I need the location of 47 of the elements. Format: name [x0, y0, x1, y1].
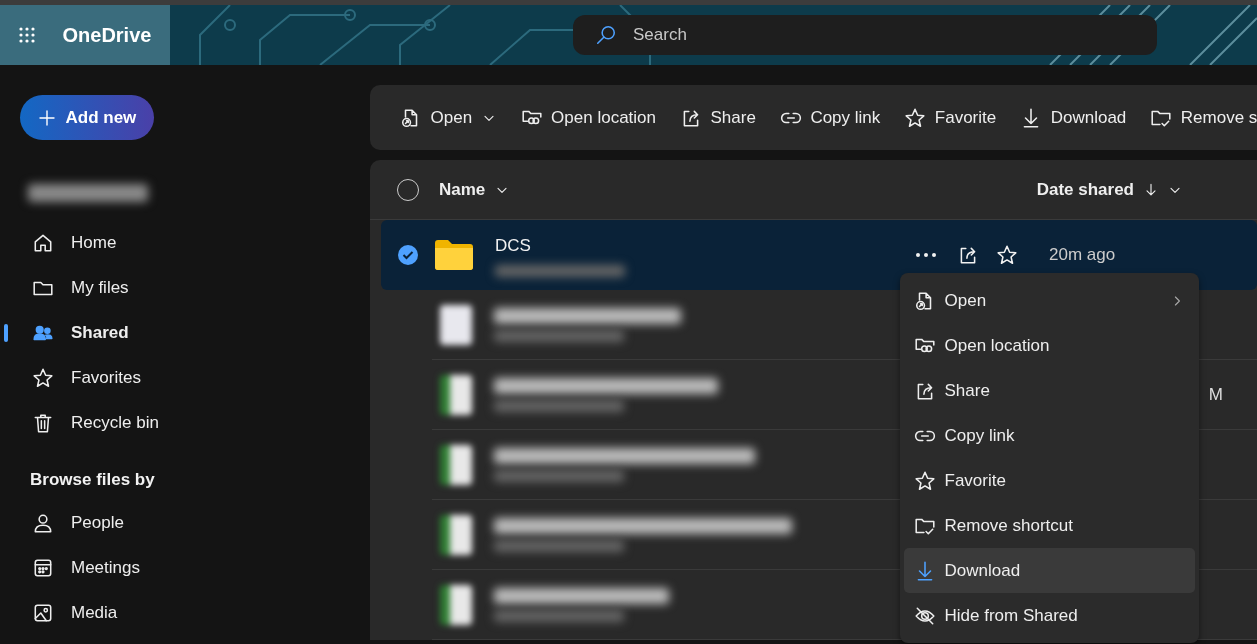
star-icon	[32, 366, 54, 389]
search-field[interactable]: Search	[573, 15, 1157, 55]
menu-item[interactable]: Hide from Shared	[904, 593, 1195, 638]
folder-icon	[435, 240, 473, 270]
file-row[interactable]: DCS 20m ago	[381, 220, 1257, 290]
calendar-icon	[32, 557, 54, 579]
toolbar-button[interactable]: Open	[388, 104, 509, 131]
file-name: DCS	[495, 235, 532, 258]
column-header[interactable]: Name	[427, 176, 522, 203]
blurred-file-icon	[440, 304, 472, 345]
star-icon	[904, 106, 927, 129]
plus-icon	[37, 107, 57, 128]
column-header[interactable]: Date shared	[1024, 176, 1195, 203]
nav-item[interactable]: My files	[20, 265, 370, 310]
section-heading: Browse files by	[29, 469, 156, 491]
menu-item[interactable]: Share	[904, 368, 1195, 413]
menu-item[interactable]: Favorite	[904, 458, 1195, 503]
add-new-button[interactable]: Add new	[20, 95, 154, 140]
checked-icon[interactable]	[397, 244, 419, 266]
nav-item[interactable]: Favorites	[20, 355, 370, 400]
nav-item[interactable]: People	[20, 500, 370, 546]
nav-item[interactable]: Meetings	[20, 545, 370, 591]
nav-item[interactable]: Media	[20, 590, 370, 636]
toolbar-button[interactable]: Copy link	[767, 104, 893, 131]
menu-item[interactable]: Remove shortcut	[904, 503, 1195, 548]
nav-item[interactable]: Home	[20, 220, 370, 265]
blurred-file-icon	[440, 584, 472, 625]
blurred-file-icon	[440, 444, 472, 485]
date-shared: 20m ago	[1049, 244, 1117, 267]
toolbar-button[interactable]: Share	[668, 104, 768, 131]
toolbar-button[interactable]: Download	[1008, 104, 1139, 131]
nav-item[interactable]: Recycle bin	[20, 400, 370, 445]
blurred-file-icon	[440, 374, 472, 415]
image-icon	[32, 602, 54, 624]
toolbar-button[interactable]: Open location	[508, 104, 668, 131]
star-icon	[996, 244, 1018, 266]
toolbar-button[interactable]: Favorite	[892, 104, 1009, 131]
search-icon	[595, 24, 617, 46]
blurred-file-icon	[440, 514, 472, 555]
menu-item[interactable]: Download	[904, 548, 1195, 593]
more-icon[interactable]	[916, 253, 936, 257]
person-icon	[32, 512, 54, 534]
date-shared: M	[1208, 383, 1223, 406]
star-icon	[914, 469, 936, 492]
toolbar-button[interactable]: Remove s	[1138, 104, 1257, 131]
app-name: OneDrive	[62, 23, 152, 48]
app-launcher-icon	[17, 25, 37, 45]
